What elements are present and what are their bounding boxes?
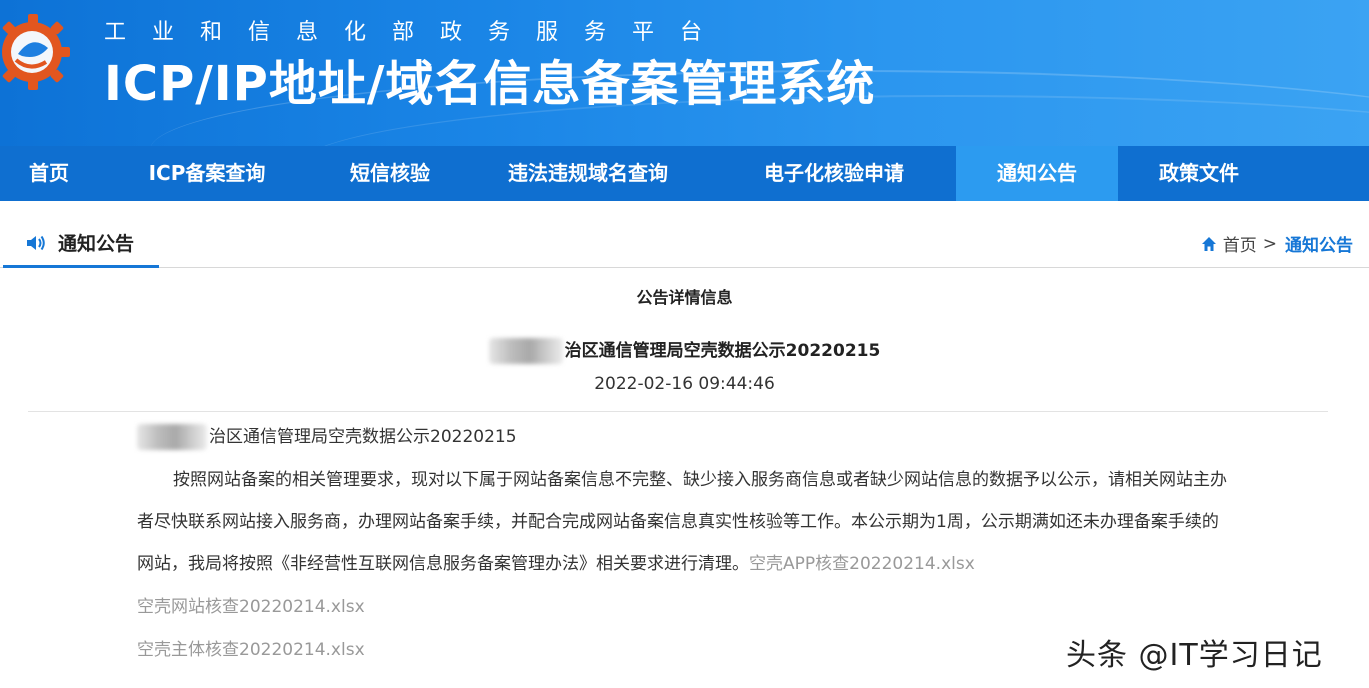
divider — [28, 411, 1328, 412]
nav-item-icp-query[interactable]: ICP备案查询 — [98, 146, 316, 201]
breadcrumb-separator: > — [1262, 233, 1277, 254]
main-nav: 首页 ICP备案查询 短信核验 违法违规域名查询 电子化核验申请 通知公告 政策… — [0, 146, 1369, 201]
nav-item-home[interactable]: 首页 — [0, 146, 98, 201]
nav-item-illegal-domain-query[interactable]: 违法违规域名查询 — [464, 146, 712, 201]
miit-logo-icon — [2, 14, 70, 90]
section-tab: 通知公告 — [3, 215, 159, 268]
breadcrumb-home-link[interactable]: 首页 — [1223, 231, 1257, 256]
watermark: 头条 @IT学习日记 — [1066, 638, 1323, 673]
header-banner: 工业和信息化部政务服务平台 ICP/IP地址/域名信息备案管理系统 — [0, 0, 1369, 146]
system-title: ICP/IP地址/域名信息备案管理系统 — [104, 56, 876, 112]
notice-body-text: 按照网站备案的相关管理要求，现对以下属于网站备案信息不完整、缺少接入服务商信息或… — [137, 470, 1227, 574]
nav-item-e-verify-apply[interactable]: 电子化核验申请 — [712, 146, 956, 201]
nav-item-sms-verify[interactable]: 短信核验 — [316, 146, 464, 201]
notice-title-row: 治区通信管理局空壳数据公示20220215 — [0, 336, 1369, 364]
section-title: 通知公告 — [58, 233, 135, 255]
breadcrumb-current[interactable]: 通知公告 — [1285, 231, 1353, 256]
section-header: 通知公告 首页 > 通知公告 — [0, 201, 1369, 268]
attachment-link-entity[interactable]: 空壳主体核查20220214.xlsx — [137, 635, 365, 660]
body-title: 治区通信管理局空壳数据公示20220215 — [209, 427, 517, 447]
notice-date: 2022-02-16 09:44:46 — [594, 374, 775, 394]
nav-item-notices[interactable]: 通知公告 — [956, 146, 1118, 201]
speaker-icon — [27, 235, 45, 251]
breadcrumb: 首页 > 通知公告 — [1201, 231, 1353, 256]
redacted-region — [137, 424, 207, 450]
redacted-region — [488, 338, 563, 364]
platform-subtitle: 工业和信息化部政务服务平台 — [104, 20, 729, 45]
home-icon — [1201, 236, 1216, 251]
attachment-link-app[interactable]: 空壳APP核查20220214.xlsx — [749, 554, 975, 574]
notice-body: 按照网站备案的相关管理要求，现对以下属于网站备案信息不完整、缺少接入服务商信息或… — [137, 459, 1227, 585]
nav-item-policy-docs[interactable]: 政策文件 — [1118, 146, 1280, 201]
body-title-row: 治区通信管理局空壳数据公示20220215 — [137, 422, 517, 450]
notice-title: 治区通信管理局空壳数据公示20220215 — [564, 341, 881, 361]
attachment-link-website[interactable]: 空壳网站核查20220214.xlsx — [137, 592, 365, 617]
detail-heading: 公告详情信息 — [636, 288, 733, 307]
